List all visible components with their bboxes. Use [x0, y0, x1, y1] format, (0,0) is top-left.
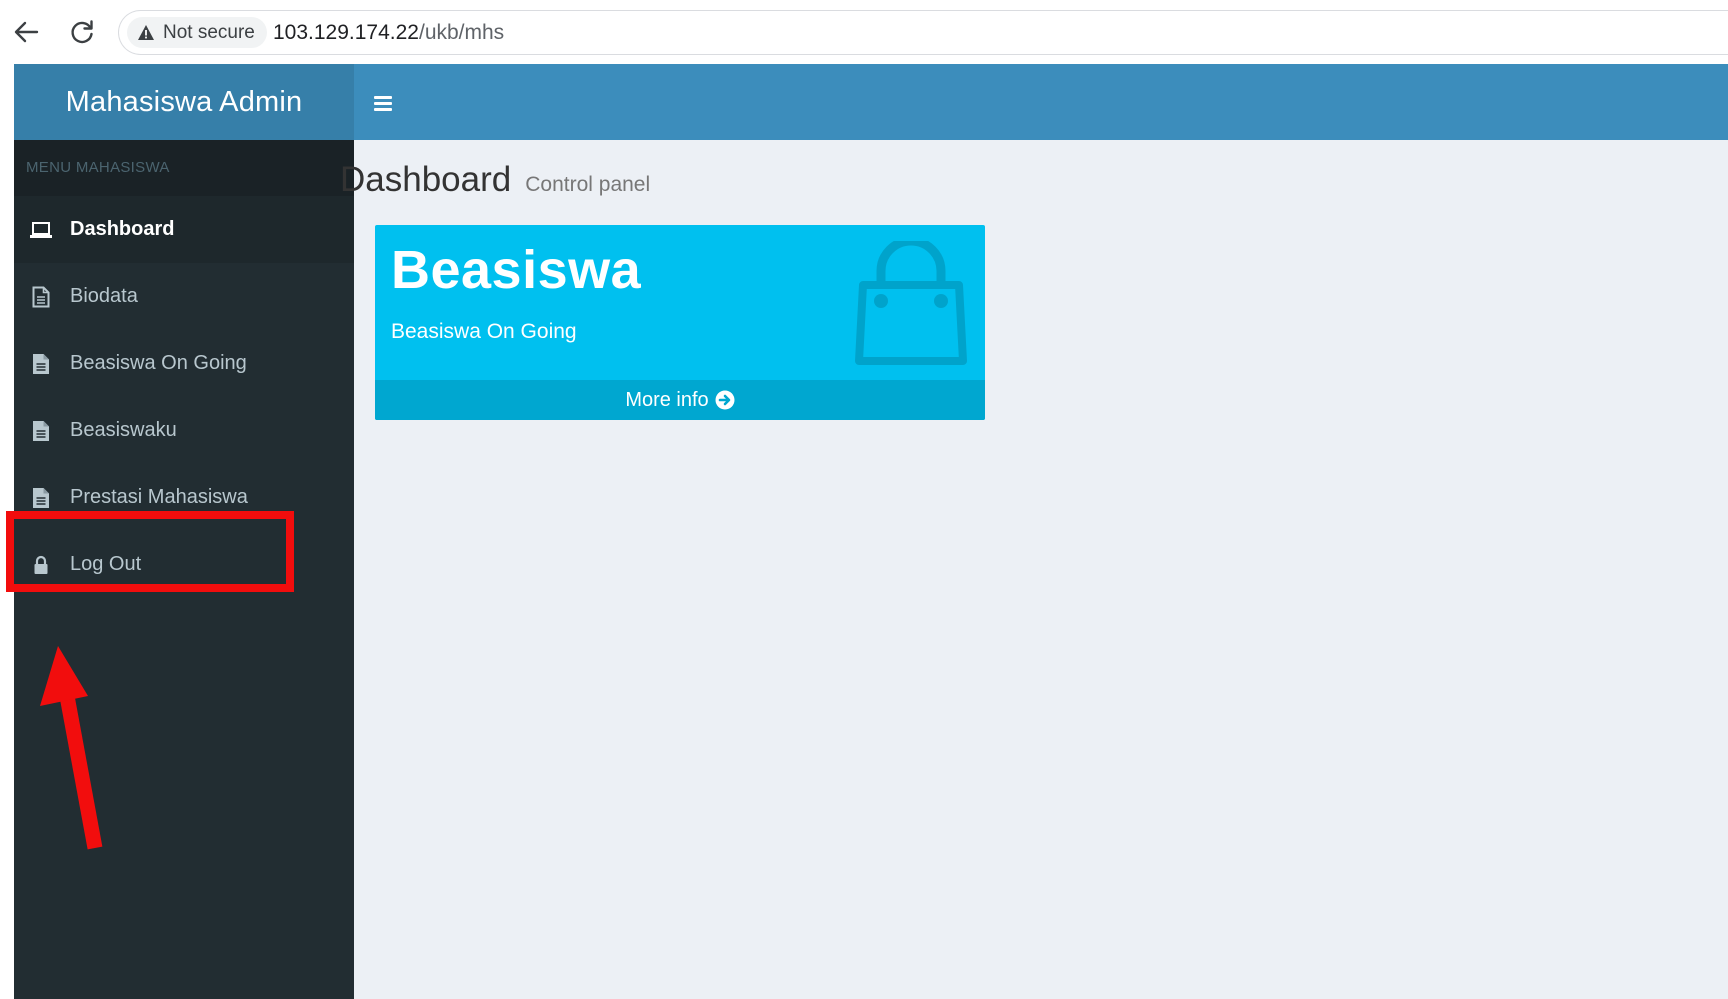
file-icon [29, 419, 53, 443]
lock-icon [29, 553, 53, 577]
sidebar-item-beasiswa-on-going[interactable]: Beasiswa On Going [14, 330, 354, 397]
back-button[interactable] [8, 14, 44, 50]
sidebar-header: MENU MAHASISWA [14, 140, 354, 196]
logo-text: Mahasiswa Admin [65, 85, 303, 118]
card-title: Beasiswa [391, 240, 642, 300]
laptop-icon [29, 218, 53, 242]
sidebar-item-prestasi-mahasiswa[interactable]: Prestasi Mahasiswa [14, 464, 354, 531]
hamburger-icon-bar [374, 101, 392, 105]
warning-icon [138, 25, 154, 40]
file-outline-icon [29, 285, 53, 309]
content-header: Dashboard Control panel [340, 160, 650, 200]
sidebar-item-label: Prestasi Mahasiswa [70, 486, 248, 508]
hamburger-icon [374, 95, 392, 99]
url-host: 103.129.174.22 [273, 21, 419, 44]
sidebar-item-biodata[interactable]: Biodata [14, 263, 354, 330]
sidebar-item-log-out[interactable]: Log Out [14, 531, 354, 598]
shopping-bag-icon [855, 241, 967, 365]
sidebar-item-label: Beasiswaku [70, 419, 177, 441]
sidebar-item-dashboard[interactable]: Dashboard [14, 196, 354, 263]
admin-app: Mahasiswa Admin MENU MAHASISWA Dashboard [6, 64, 1728, 999]
arrow-left-icon [14, 21, 39, 43]
more-info-label: More info [625, 388, 709, 411]
hamburger-icon-bar [374, 107, 392, 111]
reload-button[interactable] [64, 14, 100, 50]
arrow-circle-right-icon [715, 390, 735, 410]
more-info-link[interactable]: More info [375, 380, 985, 420]
app-logo[interactable]: Mahasiswa Admin [14, 64, 354, 140]
sidebar-toggle-button[interactable] [374, 88, 404, 118]
page-title: Dashboard [340, 160, 512, 199]
sidebar-item-label: Dashboard [70, 218, 175, 240]
sidebar-item-beasiswaku[interactable]: Beasiswaku [14, 397, 354, 464]
url-text[interactable]: 103.129.174.22/ukb/mhs [273, 19, 504, 47]
file-icon [29, 352, 53, 376]
address-bar[interactable]: Not secure 103.129.174.22/ukb/mhs [118, 10, 1728, 55]
sidebar-item-label: Biodata [70, 285, 138, 307]
security-chip[interactable]: Not secure [127, 17, 267, 48]
beasiswa-card: Beasiswa Beasiswa On Going More info [375, 225, 985, 420]
sidebar-item-label: Log Out [70, 553, 142, 575]
reload-icon [71, 20, 93, 44]
sidebar-item-label: Beasiswa On Going [70, 352, 247, 374]
security-label: Not secure [163, 21, 255, 43]
top-navbar [354, 64, 1728, 140]
sidebar: MENU MAHASISWA Dashboard Biodata Beasisw… [6, 140, 354, 999]
card-subtitle: Beasiswa On Going [391, 320, 577, 343]
file-icon [29, 486, 53, 510]
annotation-arrow-icon [40, 646, 103, 850]
page-subtitle: Control panel [525, 173, 651, 196]
browser-toolbar: Not secure 103.129.174.22/ukb/mhs [0, 0, 1728, 64]
url-path: /ukb/mhs [418, 21, 505, 44]
